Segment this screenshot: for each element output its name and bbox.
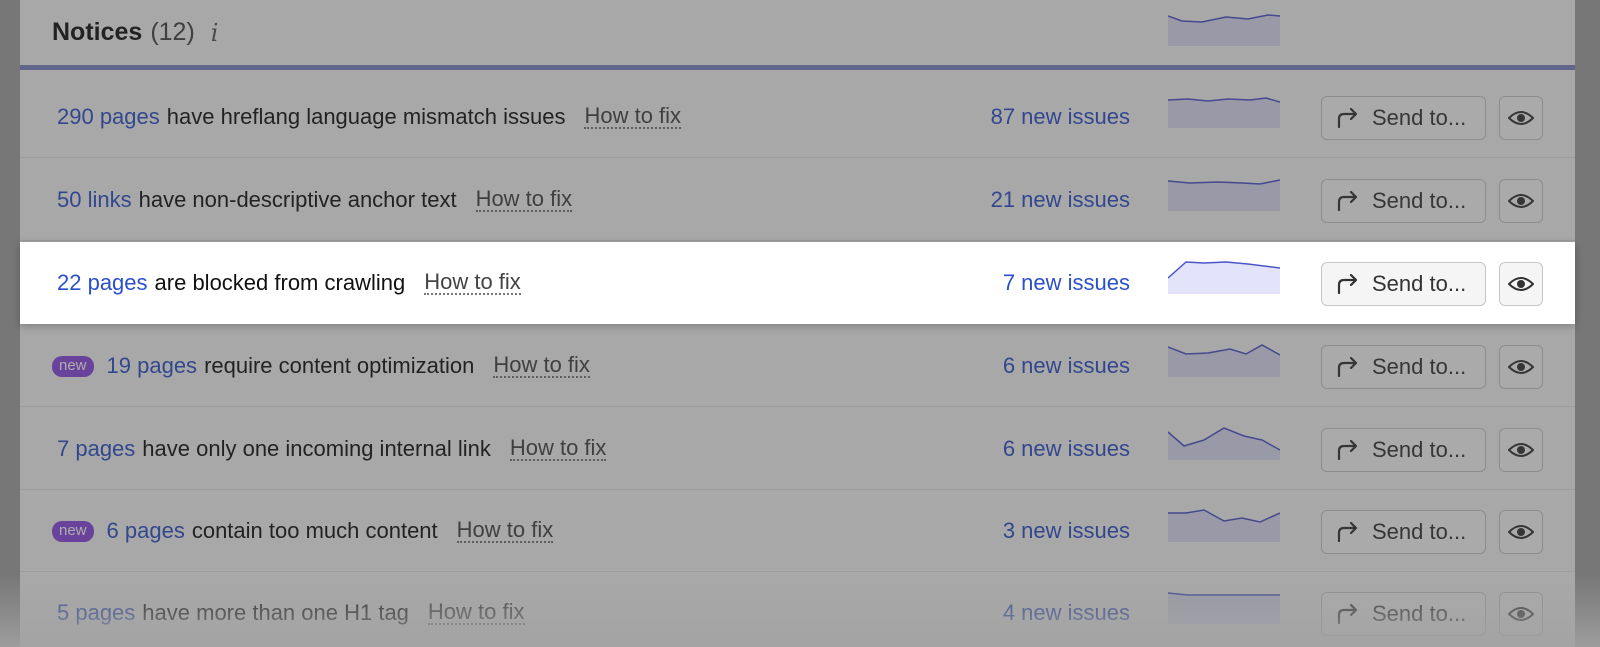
issue-description: require content optimization xyxy=(204,353,475,378)
trend-sparkline xyxy=(1168,427,1280,460)
how-to-fix-link[interactable]: How to fix xyxy=(475,188,573,212)
new-issues-link[interactable]: 87 new issues xyxy=(991,76,1130,158)
issue-count-link[interactable]: 50 links xyxy=(57,187,132,213)
section-count: (12) xyxy=(150,18,195,46)
new-issues-link[interactable]: 7 new issues xyxy=(1003,242,1130,324)
send-to-button[interactable]: Send to... xyxy=(1321,179,1486,223)
view-button[interactable] xyxy=(1499,345,1543,389)
send-to-label: Send to... xyxy=(1372,519,1467,544)
view-button[interactable] xyxy=(1499,179,1543,223)
send-to-label: Send to... xyxy=(1372,437,1467,462)
share-arrow-icon xyxy=(1337,190,1358,212)
table-row: 7 pages have only one incoming internal … xyxy=(20,408,1575,490)
send-to-label: Send to... xyxy=(1372,601,1467,626)
send-to-button[interactable]: Send to... xyxy=(1321,510,1486,554)
share-arrow-icon xyxy=(1337,107,1358,129)
new-badge: new xyxy=(52,355,94,377)
issue-count-link[interactable]: 7 pages xyxy=(57,436,135,462)
table-row: 5 pages have more than one H1 tag How to… xyxy=(20,572,1575,647)
send-to-button[interactable]: Send to... xyxy=(1321,592,1486,636)
share-arrow-icon xyxy=(1337,521,1358,543)
share-arrow-icon xyxy=(1337,439,1358,461)
new-badge: new xyxy=(52,520,94,542)
share-arrow-icon xyxy=(1337,603,1358,625)
highlighted-row: 22 pages are blocked from crawling How t… xyxy=(20,242,1575,324)
share-arrow-icon xyxy=(1337,273,1358,295)
row-text: 22 pages are blocked from crawling How t… xyxy=(57,242,521,324)
issue-description: are blocked from crawling xyxy=(154,270,406,295)
send-to-button[interactable]: Send to... xyxy=(1321,345,1486,389)
send-to-button[interactable]: Send to... xyxy=(1321,262,1486,306)
notices-header: Notices (12) i xyxy=(20,0,1575,70)
table-row: 50 links have non-descriptive anchor tex… xyxy=(20,159,1575,241)
row-text: 290 pages have hreflang language mismatc… xyxy=(57,76,682,158)
how-to-fix-link[interactable]: How to fix xyxy=(493,354,590,378)
row-text: 50 links have non-descriptive anchor tex… xyxy=(57,159,573,241)
table-row: 22 pages are blocked from crawling How t… xyxy=(20,242,1575,324)
eye-icon xyxy=(1508,111,1534,125)
send-to-label: Send to... xyxy=(1372,271,1467,296)
issue-count-link[interactable]: 19 pages xyxy=(107,353,198,379)
view-button[interactable] xyxy=(1499,592,1543,636)
eye-icon xyxy=(1508,277,1534,291)
view-button[interactable] xyxy=(1499,428,1543,472)
trend-sparkline xyxy=(1168,592,1280,624)
row-text: 5 pages have more than one H1 tag How to… xyxy=(57,572,525,647)
trend-sparkline xyxy=(1168,261,1280,294)
issue-description: have only one incoming internal link xyxy=(142,436,491,461)
eye-icon xyxy=(1508,525,1534,539)
issue-description: contain too much content xyxy=(191,518,438,543)
send-to-button[interactable]: Send to... xyxy=(1321,428,1486,472)
send-to-label: Send to... xyxy=(1372,188,1467,213)
how-to-fix-link[interactable]: How to fix xyxy=(584,105,682,129)
issue-description: have non-descriptive anchor text xyxy=(138,187,457,212)
how-to-fix-link[interactable]: How to fix xyxy=(427,601,525,625)
view-button[interactable] xyxy=(1499,96,1543,140)
send-to-button[interactable]: Send to... xyxy=(1321,96,1486,140)
row-text: new 19 pages require content optimizatio… xyxy=(52,325,590,407)
trend-sparkline xyxy=(1168,179,1280,211)
issue-description: have hreflang language mismatch issues xyxy=(166,104,566,129)
how-to-fix-link[interactable]: How to fix xyxy=(456,519,554,543)
table-row: 290 pages have hreflang language mismatc… xyxy=(20,76,1575,158)
issue-count-link[interactable]: 6 pages xyxy=(107,518,185,544)
eye-icon xyxy=(1508,607,1534,621)
share-arrow-icon xyxy=(1337,356,1358,378)
new-issues-link[interactable]: 4 new issues xyxy=(1003,572,1130,647)
new-issues-link[interactable]: 6 new issues xyxy=(1003,325,1130,407)
view-button[interactable] xyxy=(1499,510,1543,554)
header-sparkline xyxy=(1168,14,1280,46)
table-row: new 19 pages require content optimizatio… xyxy=(20,325,1575,407)
table-row: new 6 pages contain too much content How… xyxy=(20,490,1575,572)
eye-icon xyxy=(1508,194,1534,208)
send-to-label: Send to... xyxy=(1372,354,1467,379)
trend-sparkline xyxy=(1168,344,1280,377)
new-issues-link[interactable]: 6 new issues xyxy=(1003,408,1130,490)
send-to-label: Send to... xyxy=(1372,105,1467,130)
section-title: Notices xyxy=(52,18,143,46)
row-text: new 6 pages contain too much content How… xyxy=(52,490,554,572)
issue-count-link[interactable]: 5 pages xyxy=(57,600,135,626)
new-issues-link[interactable]: 21 new issues xyxy=(991,159,1130,241)
new-issues-link[interactable]: 3 new issues xyxy=(1003,490,1130,572)
how-to-fix-link[interactable]: How to fix xyxy=(509,437,607,461)
info-icon[interactable]: i xyxy=(211,19,219,47)
trend-sparkline xyxy=(1168,509,1280,542)
eye-icon xyxy=(1508,443,1534,457)
how-to-fix-link[interactable]: How to fix xyxy=(424,271,521,295)
view-button[interactable] xyxy=(1499,262,1543,306)
issue-count-link[interactable]: 22 pages xyxy=(57,270,148,296)
eye-icon xyxy=(1508,360,1534,374)
issue-description: have more than one H1 tag xyxy=(142,600,409,625)
row-text: 7 pages have only one incoming internal … xyxy=(57,408,607,490)
trend-sparkline xyxy=(1168,97,1280,128)
issue-count-link[interactable]: 290 pages xyxy=(57,104,160,130)
